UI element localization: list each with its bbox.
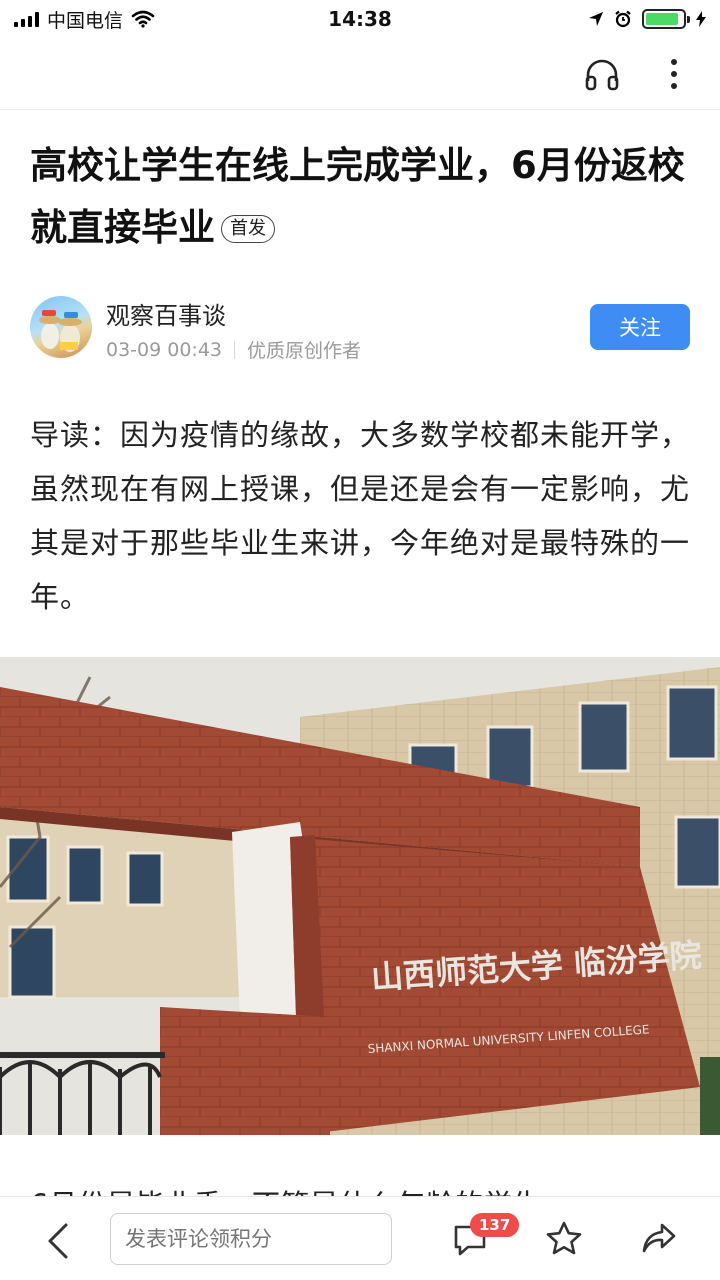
- article-title-text: 高校让学生在线上完成学业，6月份返校就直接毕业: [30, 144, 685, 249]
- charging-bolt-icon: [696, 11, 706, 27]
- status-right: [588, 9, 706, 29]
- follow-button[interactable]: 关注: [590, 304, 690, 350]
- headphones-icon[interactable]: [580, 52, 624, 96]
- star-icon[interactable]: [540, 1217, 588, 1261]
- author-row: 观察百事谈 03-09 00:43 优质原创作者 关注: [30, 296, 690, 362]
- comment-count-badge: 137: [470, 1213, 520, 1237]
- author-name[interactable]: 观察百事谈: [106, 296, 226, 331]
- wifi-icon: [131, 10, 155, 28]
- top-nav: [0, 38, 720, 110]
- more-vertical-icon[interactable]: [652, 52, 696, 96]
- alarm-icon: [615, 10, 631, 28]
- lead-paragraph: 导读：因为疫情的缘故，大多数学校都未能开学，虽然现在有网上授课，但是还是会有一定…: [30, 418, 691, 614]
- back-icon[interactable]: [36, 1219, 80, 1263]
- status-bar: 中国电信 14:38: [0, 0, 720, 38]
- first-release-badge: 首发: [221, 215, 275, 243]
- author-meta: 03-09 00:43 优质原创作者: [106, 336, 361, 363]
- avatar[interactable]: [30, 296, 92, 358]
- carrier-label: 中国电信: [47, 9, 124, 32]
- battery-fill: [646, 13, 679, 25]
- location-arrow-icon: [589, 12, 603, 26]
- publish-date: 03-09 00:43: [106, 338, 223, 361]
- signal-icon: [14, 11, 39, 27]
- article-photo[interactable]: 山西师范大学 临汾学院 SHANXI NORMAL UNIVERSITY LIN…: [0, 657, 720, 1135]
- article-title: 高校让学生在线上完成学业，6月份返校就直接毕业 首发: [30, 135, 690, 259]
- meta-divider: [234, 340, 236, 359]
- author-tag: 优质原创作者: [247, 340, 362, 362]
- share-icon[interactable]: [634, 1217, 682, 1261]
- status-left: 中国电信: [14, 6, 155, 33]
- comment-input[interactable]: [110, 1213, 392, 1265]
- bottom-bar: 137: [0, 1196, 720, 1280]
- battery-icon: [642, 9, 690, 29]
